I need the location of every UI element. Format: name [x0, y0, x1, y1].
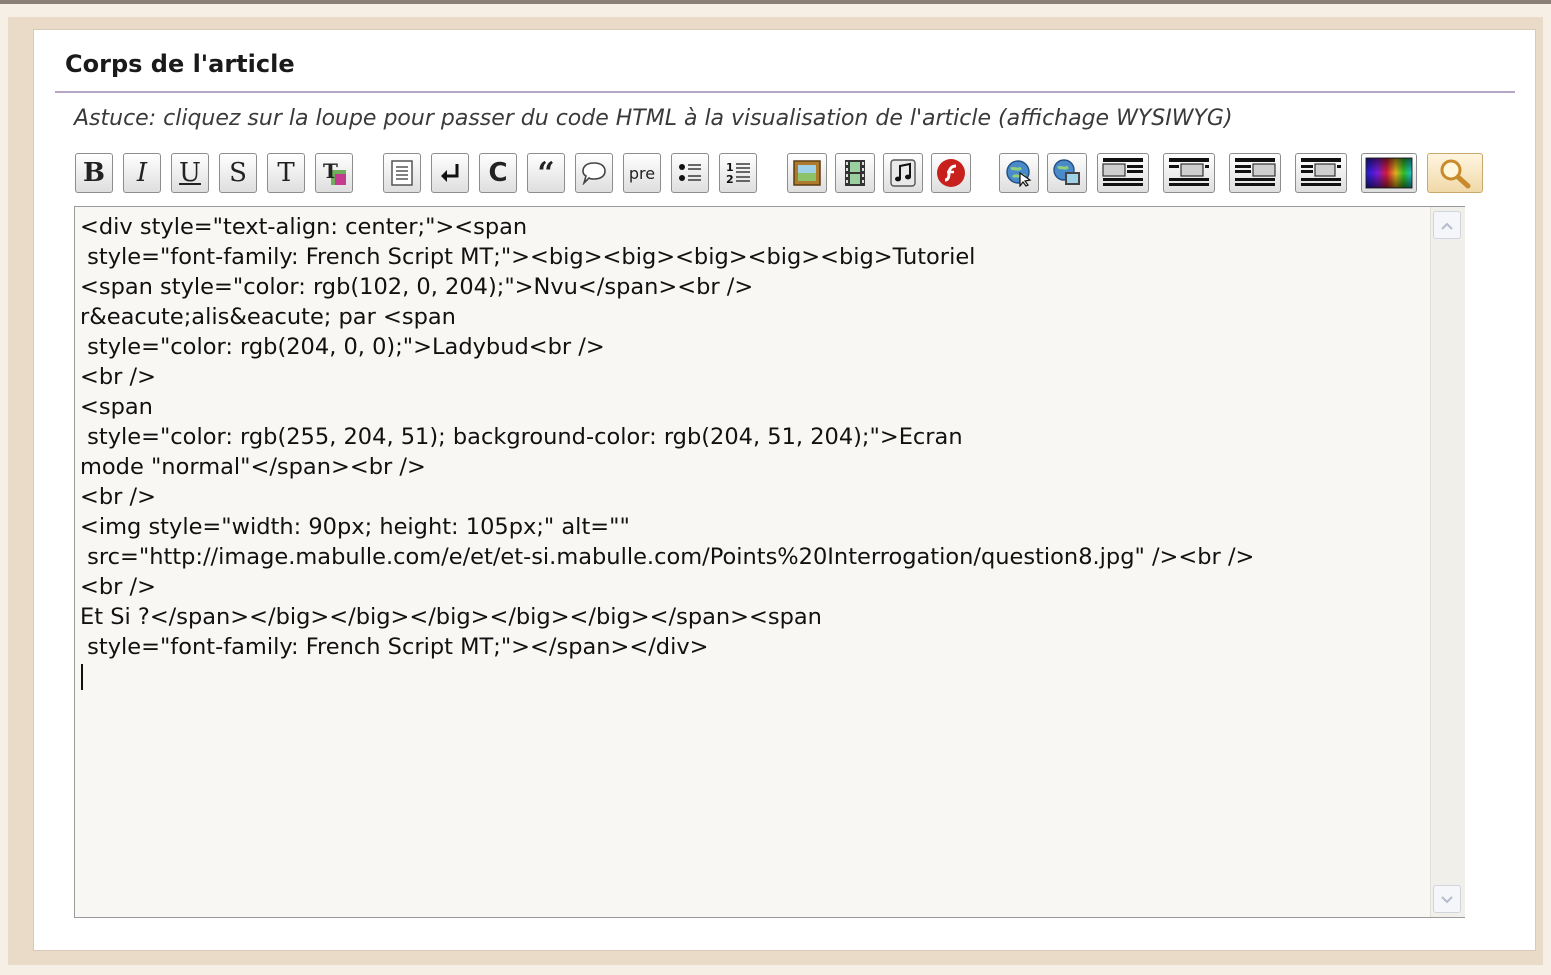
italic-button[interactable]: I	[123, 153, 161, 193]
editor-scrollbar[interactable]	[1430, 207, 1465, 917]
magnifier-icon	[1438, 157, 1472, 189]
image-right-align-icon	[1233, 157, 1277, 189]
svg-text:2: 2	[726, 173, 734, 186]
insert-image-button[interactable]	[787, 153, 827, 193]
text-color-icon: T	[320, 159, 348, 187]
underline-icon: U	[179, 158, 201, 188]
link-image-icon	[1053, 159, 1081, 187]
title-divider	[55, 91, 1515, 93]
image-justify-button[interactable]	[1295, 153, 1347, 193]
pre-button[interactable]: pre	[623, 153, 661, 193]
insert-image-link-button[interactable]	[1047, 153, 1087, 193]
pre-icon: pre	[628, 163, 656, 183]
paragraph-icon	[391, 160, 413, 186]
strikethrough-icon: S	[229, 158, 247, 188]
text-caret	[81, 664, 83, 690]
bulleted-list-icon	[677, 161, 703, 185]
teletype-button[interactable]: T	[267, 153, 305, 193]
html-code-content[interactable]: <div style="text-align: center;"><span s…	[80, 212, 1420, 662]
color-palette-icon	[1365, 157, 1413, 189]
image-justify-icon	[1299, 157, 1343, 189]
insert-video-button[interactable]	[835, 153, 875, 193]
line-break-button[interactable]	[431, 153, 469, 193]
comment-bubble-icon	[581, 161, 607, 185]
code-button[interactable]: C	[479, 153, 517, 193]
image-icon	[793, 160, 821, 186]
italic-icon: I	[136, 158, 148, 188]
numbered-list-icon: 1 2	[725, 160, 751, 186]
scroll-down-button[interactable]	[1433, 885, 1461, 913]
image-right-align-button[interactable]	[1229, 153, 1281, 193]
color-palette-button[interactable]	[1361, 153, 1417, 193]
bold-icon: B	[83, 158, 105, 188]
line-break-icon	[438, 161, 462, 185]
wysiwyg-toggle-button[interactable]	[1427, 153, 1483, 193]
quote-button[interactable]: “	[527, 153, 565, 193]
text-color-button[interactable]: T	[315, 153, 353, 193]
teletype-icon: T	[277, 158, 295, 188]
comment-button[interactable]	[575, 153, 613, 193]
strikethrough-button[interactable]: S	[219, 153, 257, 193]
bold-button[interactable]: B	[75, 153, 113, 193]
insert-link-button[interactable]	[999, 153, 1039, 193]
numbered-list-button[interactable]: 1 2	[719, 153, 757, 193]
link-icon	[1005, 159, 1033, 187]
image-center-align-icon	[1167, 157, 1211, 189]
bulleted-list-button[interactable]	[671, 153, 709, 193]
image-left-align-icon	[1101, 157, 1145, 189]
insert-flash-button[interactable]	[931, 153, 971, 193]
image-left-align-button[interactable]	[1097, 153, 1149, 193]
image-center-align-button[interactable]	[1163, 153, 1215, 193]
quote-icon: “	[537, 155, 555, 191]
hint-text: Astuce: cliquez sur la loupe pour passer…	[74, 106, 1233, 131]
section-title: Corps de l'article	[65, 50, 295, 78]
underline-button[interactable]: U	[171, 153, 209, 193]
svg-text:T: T	[323, 159, 338, 183]
video-icon	[844, 159, 866, 187]
chevron-up-icon	[1440, 216, 1454, 235]
music-icon	[890, 159, 916, 187]
scroll-up-button[interactable]	[1433, 211, 1461, 239]
paragraph-button[interactable]	[383, 153, 421, 193]
insert-audio-button[interactable]	[883, 153, 923, 193]
code-icon: C	[488, 158, 508, 188]
top-divider	[0, 0, 1551, 4]
flash-icon	[936, 158, 966, 188]
chevron-down-icon	[1440, 890, 1454, 909]
